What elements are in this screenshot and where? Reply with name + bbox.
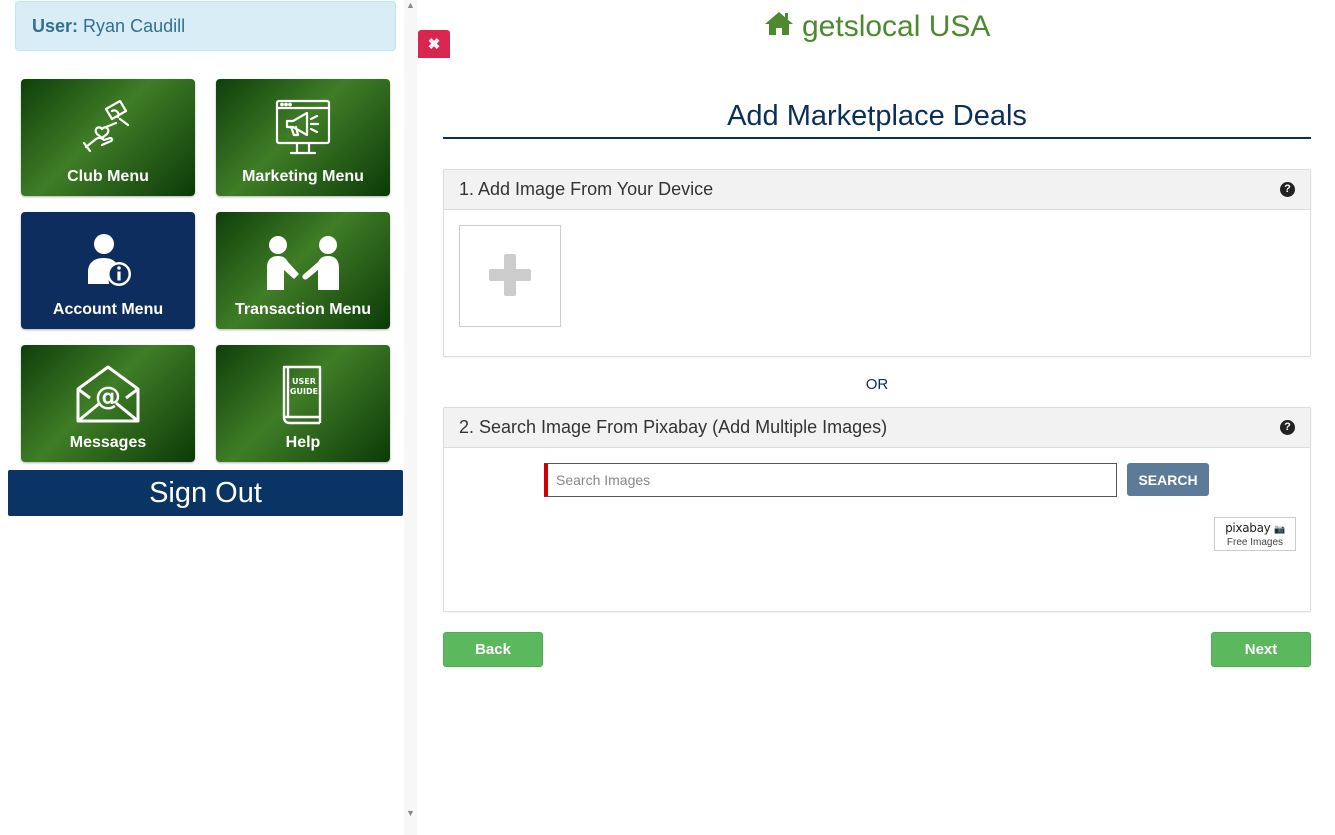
brand-header[interactable]: getslocal USA bbox=[764, 10, 990, 44]
home-icon bbox=[764, 10, 794, 44]
pixabay-logo: pixabay 📷 bbox=[1225, 521, 1285, 535]
device-image-panel-title: 1. Add Image From Your Device bbox=[459, 179, 714, 199]
svg-text:@: @ bbox=[95, 382, 121, 412]
messages-tile[interactable]: @ Messages bbox=[21, 345, 195, 462]
account-menu-tile[interactable]: Account Menu bbox=[21, 212, 195, 329]
scroll-up-arrow-icon[interactable]: ▲ bbox=[405, 0, 416, 10]
marketing-menu-label: Marketing Menu bbox=[242, 168, 364, 185]
transaction-menu-label: Transaction Menu bbox=[234, 301, 372, 318]
marketing-menu-tile[interactable]: Marketing Menu bbox=[216, 79, 390, 196]
plus-icon bbox=[489, 254, 531, 296]
user-label: User: bbox=[32, 16, 79, 36]
megaphone-monitor-icon bbox=[216, 97, 390, 161]
guide-text-line-2: GUIDE bbox=[290, 387, 318, 396]
user-guide-icon: USER GUIDE bbox=[216, 363, 390, 427]
search-images-input[interactable] bbox=[544, 463, 1117, 497]
pixabay-panel-header: 2. Search Image From Pixabay (Add Multip… bbox=[444, 408, 1310, 448]
device-image-panel-header: 1. Add Image From Your Device ? bbox=[444, 170, 1310, 210]
pixabay-search-panel: 2. Search Image From Pixabay (Add Multip… bbox=[443, 407, 1311, 612]
envelope-at-icon: @ bbox=[21, 363, 195, 427]
camera-icon: 📷 bbox=[1274, 525, 1285, 535]
device-image-panel: 1. Add Image From Your Device ? bbox=[443, 169, 1311, 357]
club-menu-label: Club Menu bbox=[67, 168, 149, 185]
account-menu-label: Account Menu bbox=[52, 301, 164, 318]
back-button[interactable]: Back bbox=[443, 632, 543, 667]
user-info-icon bbox=[21, 230, 195, 294]
or-separator: OR bbox=[865, 376, 889, 393]
add-image-button[interactable] bbox=[459, 225, 561, 327]
question-circle-icon[interactable]: ? bbox=[1280, 420, 1295, 435]
club-menu-tile[interactable]: Club Menu bbox=[21, 79, 195, 196]
sign-out-button[interactable]: Sign Out bbox=[8, 470, 403, 516]
page-title: Add Marketplace Deals bbox=[727, 100, 1027, 132]
handshake-icon bbox=[216, 230, 390, 294]
help-tile[interactable]: USER GUIDE Help bbox=[216, 345, 390, 462]
close-sidebar-button[interactable]: ✖ bbox=[418, 30, 450, 58]
scroll-down-arrow-icon[interactable]: ▼ bbox=[405, 808, 416, 818]
guide-text-line-1: USER bbox=[292, 377, 316, 386]
search-button[interactable]: SEARCH bbox=[1127, 463, 1209, 496]
pixabay-subtitle: Free Images bbox=[1226, 537, 1284, 548]
help-label: Help bbox=[285, 434, 321, 451]
user-info-box: User: Ryan Caudill bbox=[15, 1, 396, 51]
sidebar: User: Ryan Caudill Club Menu Marketing M… bbox=[0, 0, 404, 835]
brand-name: getslocal USA bbox=[802, 10, 991, 43]
pixabay-panel-title: 2. Search Image From Pixabay (Add Multip… bbox=[459, 417, 888, 437]
user-name: Ryan Caudill bbox=[83, 16, 186, 36]
sidebar-scrollbar[interactable]: ▲ ▼ bbox=[404, 0, 417, 835]
heart-hands-icon bbox=[21, 97, 195, 161]
title-divider bbox=[443, 137, 1311, 139]
transaction-menu-tile[interactable]: Transaction Menu bbox=[216, 212, 390, 329]
messages-label: Messages bbox=[69, 434, 147, 451]
pixabay-badge[interactable]: pixabay 📷 Free Images bbox=[1214, 517, 1296, 551]
question-circle-icon[interactable]: ? bbox=[1280, 182, 1295, 197]
next-button[interactable]: Next bbox=[1211, 632, 1311, 667]
